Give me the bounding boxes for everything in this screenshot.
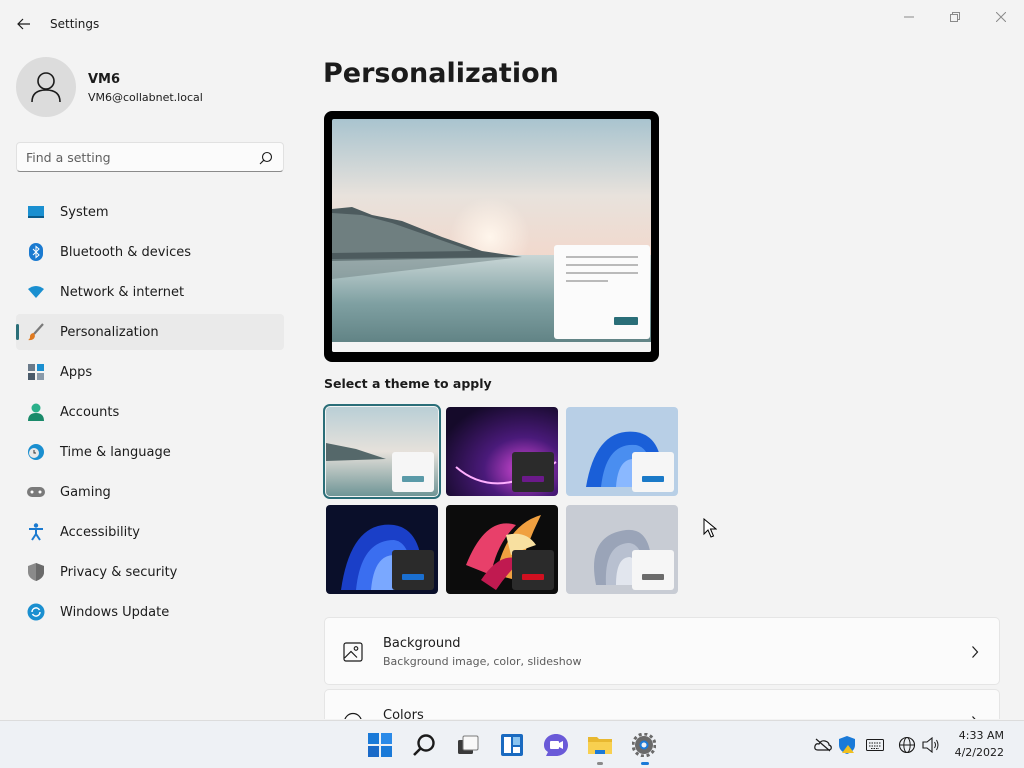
palette-icon — [343, 712, 363, 719]
network-globe-icon[interactable] — [898, 736, 916, 754]
sidebar-item-label: Gaming — [60, 484, 111, 500]
avatar[interactable] — [16, 57, 76, 117]
sidebar-item-label: Accessibility — [60, 524, 140, 540]
person-icon — [26, 402, 46, 422]
sidebar-item-label: Personalization — [60, 324, 159, 340]
task-view-icon[interactable] — [454, 731, 482, 759]
theme-preview-window — [632, 550, 674, 590]
sidebar-item-time-language[interactable]: Time & language — [16, 434, 284, 470]
restore-button[interactable] — [932, 6, 978, 28]
user-email: VM6@collabnet.local — [88, 91, 203, 104]
theme-dark-purple[interactable] — [446, 407, 558, 496]
search-icon[interactable] — [259, 150, 273, 169]
person-icon — [31, 72, 61, 103]
theme-flow[interactable] — [566, 505, 678, 594]
theme-section-label: Select a theme to apply — [324, 376, 492, 391]
bluetooth-icon — [26, 242, 46, 262]
sidebar-item-label: Accounts — [60, 404, 120, 420]
colors-card[interactable]: Colors — [324, 689, 1000, 719]
sidebar-item-label: System — [60, 204, 109, 220]
sidebar-item-gaming[interactable]: Gaming — [16, 474, 284, 510]
back-button[interactable] — [10, 12, 38, 36]
sidebar-item-bluetooth[interactable]: Bluetooth & devices — [16, 234, 284, 270]
page-title: Personalization — [323, 58, 559, 89]
onedrive-icon[interactable] — [814, 736, 832, 754]
arrow-left-icon — [17, 18, 30, 30]
sidebar-item-apps[interactable]: Apps — [16, 354, 284, 390]
close-button[interactable] — [978, 6, 1024, 28]
chat-icon[interactable] — [542, 731, 570, 759]
sidebar-item-network[interactable]: Network & internet — [16, 274, 284, 310]
sidebar-item-privacy[interactable]: Privacy & security — [16, 554, 284, 590]
wifi-icon — [26, 282, 46, 302]
file-explorer-icon[interactable] — [586, 731, 614, 759]
search-box[interactable] — [16, 142, 284, 172]
widgets-icon[interactable] — [498, 731, 526, 759]
restore-icon — [950, 12, 960, 22]
security-shield-icon[interactable] — [838, 736, 856, 754]
preview-window — [554, 245, 650, 339]
card-subtitle: Background image, color, slideshow — [383, 655, 582, 668]
close-icon — [996, 12, 1006, 22]
search-input[interactable] — [26, 148, 246, 166]
clock-globe-icon — [26, 442, 46, 462]
volume-icon[interactable] — [922, 736, 940, 754]
brush-icon — [26, 322, 46, 342]
chevron-right-icon — [971, 714, 979, 719]
sidebar-item-accounts[interactable]: Accounts — [16, 394, 284, 430]
mouse-cursor-icon — [703, 517, 718, 542]
chevron-right-icon — [971, 644, 979, 663]
sidebar-item-label: Time & language — [60, 444, 171, 460]
theme-preview-window — [392, 550, 434, 590]
monitor-icon — [26, 202, 46, 222]
sidebar-item-label: Apps — [60, 364, 93, 380]
user-name: VM6 — [88, 72, 121, 87]
start-icon[interactable] — [366, 731, 394, 759]
running-indicator — [597, 762, 603, 765]
sidebar-item-windows-update[interactable]: Windows Update — [16, 594, 284, 630]
theme-captured-motion[interactable] — [446, 505, 558, 594]
theme-preview-window — [512, 452, 554, 492]
keyboard-icon[interactable] — [866, 736, 884, 754]
apps-icon — [26, 362, 46, 382]
background-card[interactable]: Background Background image, color, slid… — [324, 617, 1000, 685]
active-indicator — [641, 762, 649, 765]
sidebar-item-label: Network & internet — [60, 284, 185, 300]
sidebar-item-label: Bluetooth & devices — [60, 244, 191, 260]
settings-icon[interactable] — [630, 731, 658, 759]
theme-dark-bloom[interactable] — [326, 505, 438, 594]
search-icon[interactable] — [410, 731, 438, 759]
theme-preview — [324, 111, 659, 362]
window-title: Settings — [50, 17, 100, 31]
accessibility-icon — [26, 522, 46, 542]
card-title: Colors — [383, 708, 424, 719]
minimize-icon — [904, 16, 914, 18]
theme-preview-window — [512, 550, 554, 590]
minimize-button[interactable] — [886, 6, 932, 28]
shield-icon — [26, 562, 46, 582]
preview-taskbar — [332, 342, 651, 352]
sidebar-item-system[interactable]: System — [16, 194, 284, 230]
theme-preview-window — [632, 452, 674, 492]
theme-preview-window — [392, 452, 434, 492]
sidebar-item-label: Privacy & security — [60, 564, 178, 580]
sidebar-item-label: Windows Update — [60, 604, 170, 620]
taskbar: 4:33 AM 4/2/2022 — [0, 720, 1024, 768]
theme-light-bloom[interactable] — [566, 407, 678, 496]
clock-date[interactable]: 4/2/2022 — [955, 746, 1004, 759]
update-icon — [26, 602, 46, 622]
wallpaper-preview — [332, 119, 651, 352]
theme-glow-lake[interactable] — [323, 404, 441, 499]
sidebar-item-personalization[interactable]: Personalization — [16, 314, 284, 350]
image-icon — [343, 642, 363, 666]
sidebar-item-accessibility[interactable]: Accessibility — [16, 514, 284, 550]
title-bar: Settings — [0, 0, 1024, 48]
sidebar-nav: System Bluetooth & devices Network & int… — [16, 194, 284, 634]
card-title: Background — [383, 636, 461, 651]
clock-time[interactable]: 4:33 AM — [959, 729, 1004, 742]
gamepad-icon — [26, 482, 46, 502]
